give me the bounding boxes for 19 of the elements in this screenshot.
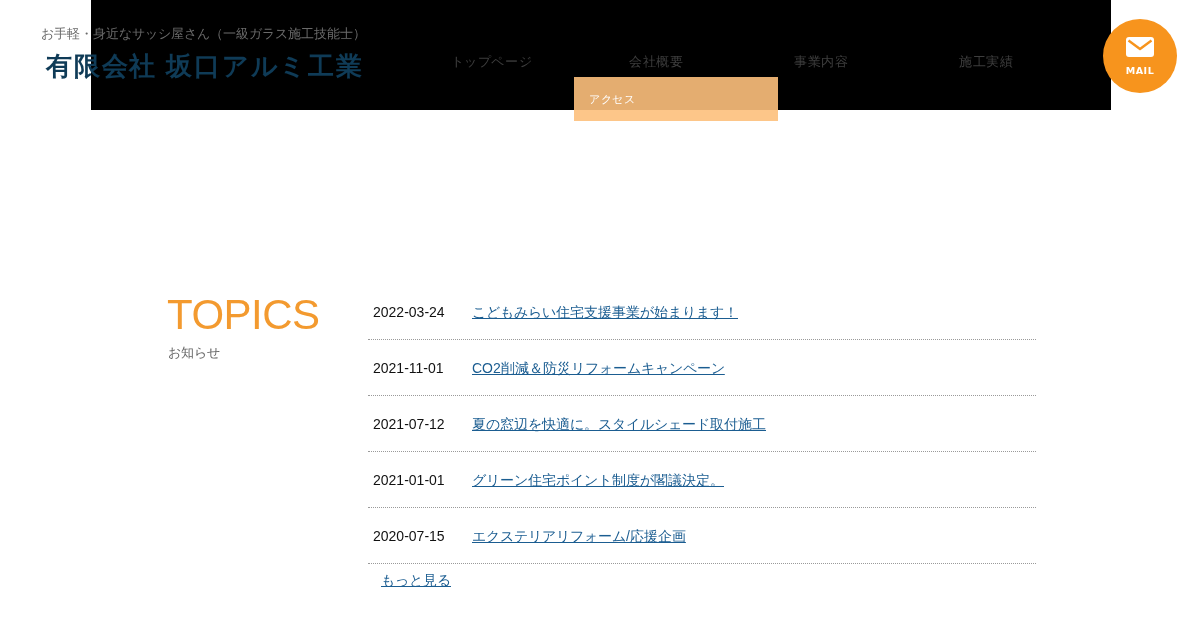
section-subtitle: お知らせ <box>168 345 220 361</box>
envelope-icon <box>1126 36 1154 57</box>
topic-link[interactable]: CO2削減＆防災リフォームキャンペーン <box>472 358 725 377</box>
more-link[interactable]: もっと見る <box>381 571 451 589</box>
topic-date: 2020-07-15 <box>373 527 446 544</box>
submenu-item[interactable]: アクセス <box>574 77 778 121</box>
topic-date: 2021-11-01 <box>373 359 445 376</box>
topic-date: 2022-03-24 <box>373 303 446 320</box>
section-title: TOPICS <box>167 294 320 336</box>
nav-link[interactable]: 事業内容 <box>794 54 849 70</box>
topic-date: 2021-01-01 <box>373 471 446 488</box>
topic-date: 2021-07-12 <box>373 415 446 432</box>
topic-link[interactable]: エクステリアリフォーム/応援企画 <box>472 526 686 545</box>
topic-link[interactable]: 夏の窓辺を快適に。スタイルシェード取付施工 <box>472 414 766 433</box>
nav-link[interactable]: 施工実績 <box>959 54 1014 70</box>
nav-link[interactable]: 会社概要 <box>629 54 684 70</box>
mail-button[interactable]: MAIL <box>1103 19 1177 93</box>
topic-link[interactable]: こどもみらい住宅支援事業が始まります！ <box>472 302 738 321</box>
topic-link[interactable]: グリーン住宅ポイント制度が閣議決定。 <box>472 470 724 489</box>
